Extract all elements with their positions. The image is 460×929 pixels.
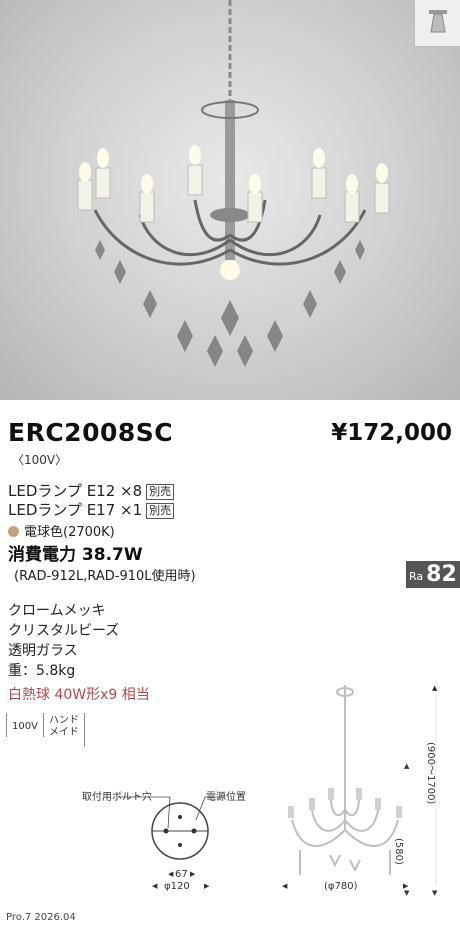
spec-beads: クリスタルビーズ bbox=[8, 623, 120, 639]
svg-text:◀: ◀ bbox=[168, 870, 174, 878]
lamp-line-1: LEDランプ E12 ×8 別売 bbox=[8, 480, 175, 501]
svg-text:▼: ▼ bbox=[432, 889, 438, 897]
chandelier-illustration bbox=[77, 0, 390, 367]
spec-finish: クロームメッキ bbox=[8, 603, 106, 619]
price: ¥172,000 bbox=[331, 420, 452, 446]
color-temperature: 電球色(2700K) bbox=[8, 521, 115, 540]
color-dot-icon bbox=[8, 526, 19, 537]
power-position-label: 電源位置 bbox=[206, 792, 246, 803]
dim-780: (φ780) bbox=[324, 881, 358, 892]
footer-code: Pro.7 2026.04 bbox=[6, 912, 76, 923]
spec-glass: 透明ガラス bbox=[8, 643, 78, 659]
lamp-text: LEDランプ E17 ×1 bbox=[8, 501, 143, 519]
model-number: ERC2008SC bbox=[8, 418, 174, 447]
ceiling-mount-icon bbox=[414, 0, 460, 47]
power-consumption: 消費電力 38.7W bbox=[8, 545, 143, 565]
bolt-hole-label: 取付用ボルト穴 bbox=[82, 792, 152, 803]
lamp-line-2: LEDランプ E17 ×1 別売 bbox=[8, 499, 175, 520]
ra-value: 82 bbox=[425, 561, 460, 588]
svg-text:▶: ▶ bbox=[403, 882, 409, 890]
dim-67: 67 bbox=[175, 869, 188, 880]
power-note: (RAD-912L,RAD-910L使用時) bbox=[14, 569, 196, 584]
voltage-label: 〈100V〉 bbox=[12, 453, 68, 467]
ra-badge: Ra 82 bbox=[406, 561, 460, 588]
svg-text:◀: ◀ bbox=[282, 882, 288, 890]
svg-text:◀: ◀ bbox=[152, 882, 158, 890]
color-temp-text: 電球色(2700K) bbox=[24, 525, 115, 540]
svg-text:▲: ▲ bbox=[404, 762, 410, 770]
product-photo bbox=[0, 0, 460, 400]
dimension-diagram: ◀ ▶ ◀ ▶ ▲ ▼ ▲ ▼ ◀ ▶ 取付用ボルト穴 電源位置 67 φ120… bbox=[0, 680, 460, 916]
svg-text:▲: ▲ bbox=[432, 684, 438, 692]
dim-height: (900〜1700) bbox=[425, 742, 436, 805]
ra-label: Ra bbox=[406, 561, 426, 588]
svg-text:▼: ▼ bbox=[404, 889, 410, 897]
svg-text:▶: ▶ bbox=[204, 882, 210, 890]
dim-580: (580) bbox=[393, 838, 404, 865]
svg-text:▶: ▶ bbox=[190, 870, 196, 878]
spec-weight: 重：5.8kg bbox=[8, 663, 76, 679]
sold-separately-badge: 別売 bbox=[146, 503, 175, 519]
lamp-text: LEDランプ E12 ×8 bbox=[8, 482, 143, 500]
sold-separately-badge: 別売 bbox=[146, 484, 175, 500]
dim-120: φ120 bbox=[164, 881, 190, 892]
